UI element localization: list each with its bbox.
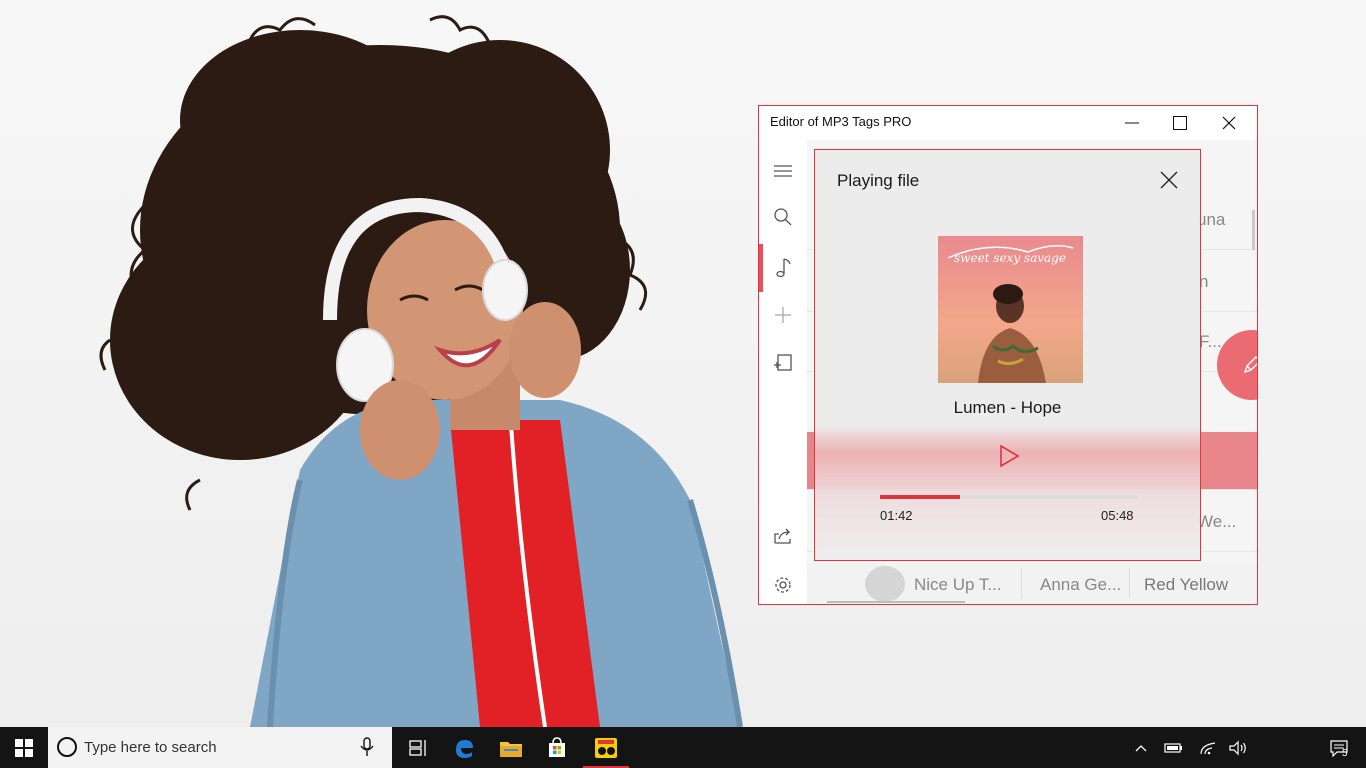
file-explorer-button[interactable]	[488, 727, 534, 768]
column-divider	[1129, 568, 1130, 598]
album-cover-image: sweet sexy savage	[938, 236, 1083, 383]
music-nav-button[interactable]	[759, 244, 807, 292]
vertical-scrollbar[interactable]	[1252, 210, 1255, 250]
minimize-button[interactable]	[1108, 106, 1156, 140]
speaker-icon	[1229, 740, 1246, 755]
share-button[interactable]	[759, 512, 807, 560]
task-view-icon	[409, 739, 426, 756]
horizontal-scrollbar[interactable]	[827, 601, 965, 603]
cortana-icon	[57, 737, 77, 757]
start-button[interactable]	[0, 727, 48, 768]
store-icon	[549, 736, 565, 757]
track-title: Lumen - Hope	[953, 398, 1062, 417]
playing-file-dialog: Playing file sweet sexy savage Lumen - H…	[814, 149, 1201, 561]
action-center-button[interactable]	[1324, 727, 1354, 768]
close-icon	[1160, 171, 1178, 189]
taskbar-search-box[interactable]	[48, 727, 392, 768]
network-button[interactable]	[1196, 727, 1220, 768]
volume-button[interactable]	[1226, 727, 1250, 768]
total-time: 05:48	[1101, 508, 1134, 523]
settings-icon	[775, 577, 791, 593]
close-icon	[1222, 116, 1236, 130]
album-cell: Red Yellow	[1144, 575, 1229, 594]
maximize-button[interactable]	[1156, 106, 1204, 140]
search-button[interactable]	[759, 193, 807, 241]
task-view-button[interactable]	[396, 727, 442, 768]
taskbar: 5	[0, 727, 1366, 768]
list-item[interactable]: Nice Up T... Anna Ge... Red Yellow	[807, 564, 1257, 604]
mp3-tags-app-button[interactable]	[583, 727, 629, 768]
list-item-fragment: F...	[1199, 332, 1222, 351]
window-title: Editor of MP3 Tags PRO	[770, 114, 912, 129]
chevron-up-icon	[1135, 744, 1147, 751]
list-item-fragment: una	[1197, 210, 1226, 229]
album-cover: sweet sexy savage	[938, 236, 1083, 383]
title-bar[interactable]: Editor of MP3 Tags PRO	[759, 106, 1257, 140]
dialog-close-button[interactable]	[1155, 166, 1183, 194]
microphone-icon[interactable]	[360, 737, 374, 757]
add-icon	[775, 307, 791, 323]
dialog-title: Playing file	[837, 171, 920, 190]
mp3-tags-app-icon	[595, 737, 617, 758]
add-button[interactable]	[759, 291, 807, 339]
import-button[interactable]	[759, 339, 807, 387]
current-time: 01:42	[880, 508, 913, 523]
folder-icon	[500, 741, 522, 757]
edge-browser-icon	[456, 739, 473, 758]
show-hidden-icons-button[interactable]	[1130, 727, 1152, 768]
artist-cell: Anna Ge...	[1040, 575, 1122, 594]
play-icon	[1000, 444, 1020, 468]
play-button[interactable]	[993, 440, 1025, 472]
search-icon	[774, 208, 792, 226]
taskbar-search-input[interactable]	[84, 735, 344, 759]
share-icon	[774, 528, 791, 544]
import-icon	[774, 354, 792, 371]
playback-progress-bar[interactable]	[880, 495, 1137, 499]
pencil-icon	[1243, 356, 1257, 374]
column-divider	[1021, 568, 1022, 598]
close-button[interactable]	[1205, 106, 1253, 140]
menu-icon	[774, 165, 792, 177]
playback-progress-fill	[880, 495, 960, 499]
notification-count-badge: 5	[1342, 748, 1348, 759]
album-cover-text: sweet sexy savage	[954, 251, 1066, 265]
music-note-icon	[776, 258, 791, 278]
store-button[interactable]	[534, 727, 580, 768]
maximize-icon	[1173, 116, 1187, 130]
minimize-icon	[1125, 122, 1139, 124]
battery-icon	[1164, 742, 1182, 753]
navigation-rail	[759, 140, 807, 604]
settings-button[interactable]	[759, 561, 807, 604]
song-title-cell: Nice Up T...	[914, 575, 1002, 594]
menu-button[interactable]	[759, 147, 807, 195]
battery-button[interactable]	[1162, 727, 1186, 768]
list-item-fragment: We...	[1197, 512, 1237, 531]
album-thumbnail	[865, 566, 905, 602]
edge-browser-button[interactable]	[441, 727, 487, 768]
windows-logo-icon	[15, 738, 33, 757]
wifi-icon	[1200, 741, 1216, 754]
